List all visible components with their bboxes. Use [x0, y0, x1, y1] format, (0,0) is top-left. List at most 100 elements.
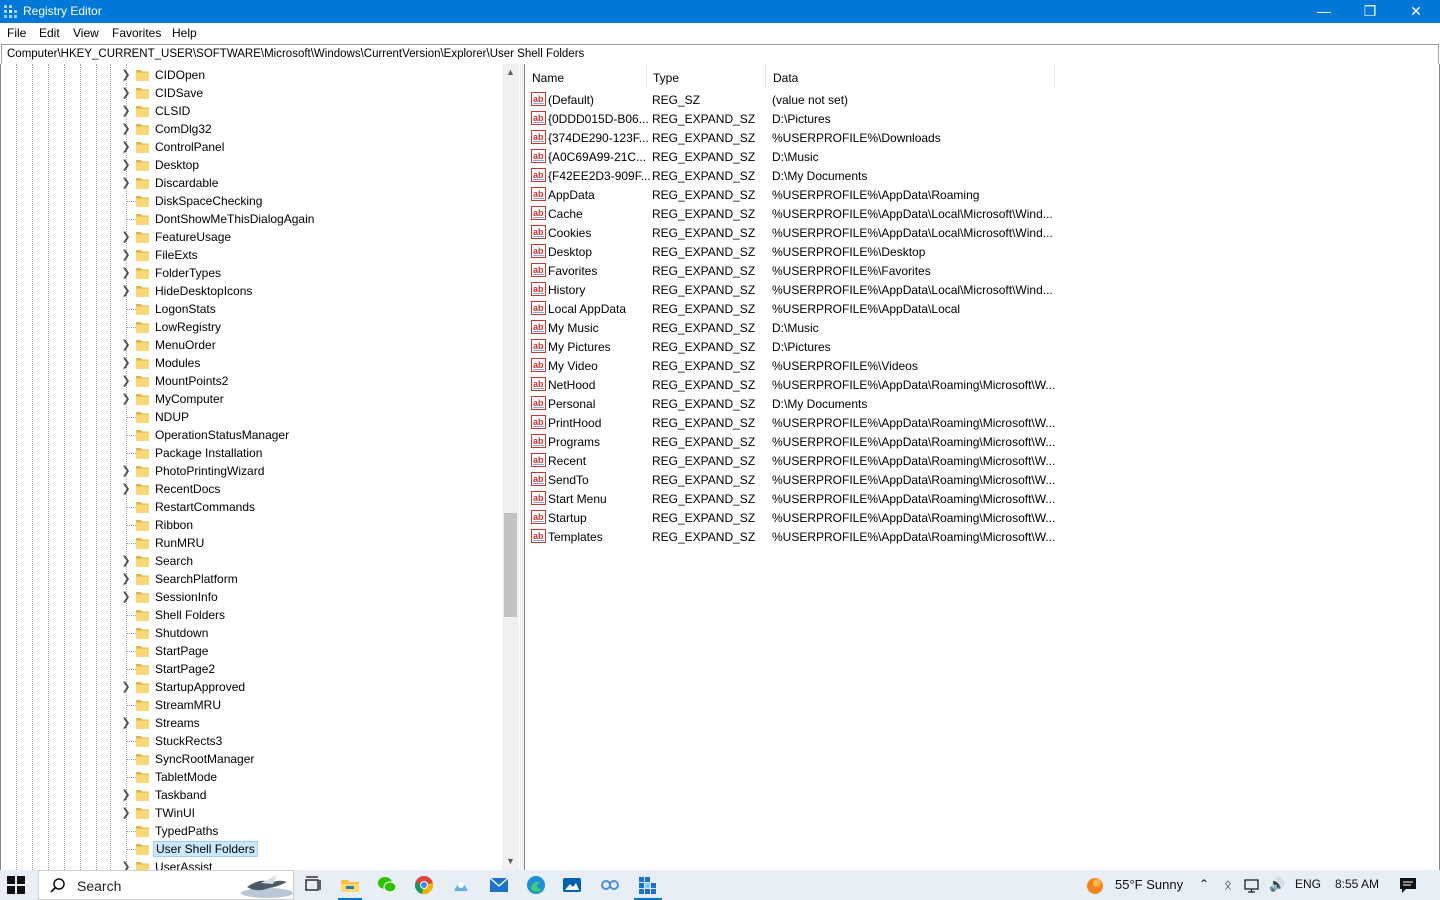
expand-chevron-icon[interactable]: ❯ [120, 571, 132, 587]
tree-node[interactable]: ❯ PhotoPrintingWizard [120, 462, 500, 480]
taskbar-search-box[interactable]: Search [38, 870, 294, 900]
value-row[interactable]: ab Recent REG_EXPAND_SZ %USERPROFILE%\AppDa… [525, 451, 1439, 470]
tree-node[interactable]: ❯ Search [120, 552, 500, 570]
tree-node[interactable]: ❯ TWinUI [120, 804, 500, 822]
menu-view[interactable]: View [73, 26, 99, 40]
tree-node[interactable]: ❯ MountPoints2 [120, 372, 500, 390]
scroll-thumb[interactable] [504, 513, 517, 617]
tree-node[interactable]: ❯ ControlPanel [120, 138, 500, 156]
value-row[interactable]: ab Personal REG_EXPAND_SZ D:\My Documents [525, 394, 1439, 413]
chrome-icon[interactable] [413, 874, 435, 896]
bluetooth-icon[interactable]: ᛟ [1224, 877, 1232, 892]
tree-node[interactable]: ❯ HideDesktopIcons [120, 282, 500, 300]
expand-chevron-icon[interactable]: ❯ [120, 481, 132, 497]
value-row[interactable]: ab Favorites REG_EXPAND_SZ %USERPROFILE%\Fa… [525, 261, 1439, 280]
tree-node[interactable]: ❯ SessionInfo [120, 588, 500, 606]
windows-start-icon[interactable] [7, 876, 25, 894]
restore-button[interactable]: ❐ [1347, 0, 1393, 23]
value-row[interactable]: ab {374DE290-123F... REG_EXPAND_SZ %USERPRO… [525, 128, 1439, 147]
tree-node[interactable]: StartPage2 [120, 660, 500, 678]
tree-node[interactable]: ❯ CIDSave [120, 84, 500, 102]
tree-node[interactable]: StreamMRU [120, 696, 500, 714]
tree-node[interactable]: ❯ FileExts [120, 246, 500, 264]
tree-node[interactable]: NDUP [120, 408, 500, 426]
language-indicator[interactable]: ENG [1295, 877, 1321, 891]
value-row[interactable]: ab Cookies REG_EXPAND_SZ %USERPROFILE%\AppD… [525, 223, 1439, 242]
tree-node[interactable]: ❯ Modules [120, 354, 500, 372]
expand-chevron-icon[interactable]: ❯ [120, 373, 132, 389]
expand-chevron-icon[interactable]: ❯ [120, 715, 132, 731]
tree-node[interactable]: ❯ Discardable [120, 174, 500, 192]
expand-chevron-icon[interactable]: ❯ [120, 805, 132, 821]
file-explorer-icon[interactable] [339, 874, 361, 896]
network-icon[interactable] [1243, 874, 1261, 896]
tree-node[interactable]: Shutdown [120, 624, 500, 642]
task-view-icon[interactable] [302, 874, 324, 896]
address-bar[interactable]: Computer\HKEY_CURRENT_USER\SOFTWARE\Micr… [1, 44, 1439, 65]
expand-chevron-icon[interactable]: ❯ [120, 157, 132, 173]
tree-node[interactable]: TabletMode [120, 768, 500, 786]
value-row[interactable]: ab Local AppData REG_EXPAND_SZ %USERPROFILE… [525, 299, 1439, 318]
menu-help[interactable]: Help [172, 26, 197, 40]
app-icon[interactable] [450, 874, 472, 896]
expand-chevron-icon[interactable]: ❯ [120, 247, 132, 263]
weather-sun-icon[interactable] [1084, 874, 1106, 896]
tree-node[interactable]: OperationStatusManager [120, 426, 500, 444]
tree-node[interactable]: StartPage [120, 642, 500, 660]
value-row[interactable]: ab {A0C69A99-21C... REG_EXPAND_SZ D:\Music [525, 147, 1439, 166]
regedit-taskbar-icon[interactable] [636, 874, 658, 896]
tree-node[interactable]: ❯ Taskband [120, 786, 500, 804]
value-row[interactable]: ab History REG_EXPAND_SZ %USERPROFILE%\AppD… [525, 280, 1439, 299]
tree-node[interactable]: ❯ MyComputer [120, 390, 500, 408]
tree-node[interactable]: ❯ FolderTypes [120, 264, 500, 282]
expand-chevron-icon[interactable]: ❯ [120, 265, 132, 281]
value-row[interactable]: ab (Default) REG_SZ (value not set) [525, 90, 1439, 109]
tree-node[interactable]: DontShowMeThisDialogAgain [120, 210, 500, 228]
tree-node[interactable]: RestartCommands [120, 498, 500, 516]
tree-node[interactable]: SyncRootManager [120, 750, 500, 768]
tree-scrollbar[interactable]: ▲ ▼ [502, 64, 519, 870]
expand-chevron-icon[interactable]: ❯ [120, 121, 132, 137]
expand-chevron-icon[interactable]: ❯ [120, 67, 132, 83]
tree-node[interactable]: DiskSpaceChecking [120, 192, 500, 210]
value-row[interactable]: ab {F42EE2D3-909F... REG_EXPAND_SZ D:\My Do… [525, 166, 1439, 185]
volume-icon[interactable]: 🔊 [1269, 877, 1285, 893]
tree-node[interactable]: ❯ StartupApproved [120, 678, 500, 696]
tree-node[interactable]: TypedPaths [120, 822, 500, 840]
expand-chevron-icon[interactable]: ❯ [120, 85, 132, 101]
notification-icon[interactable] [1397, 874, 1419, 896]
weather-text[interactable]: 55°F Sunny [1115, 877, 1183, 892]
value-list[interactable]: Name Type Data ab (Default) REG_SZ (value n… [524, 64, 1440, 871]
value-row[interactable]: ab Desktop REG_EXPAND_SZ %USERPROFILE%\Desk… [525, 242, 1439, 261]
expand-chevron-icon[interactable]: ❯ [120, 463, 132, 479]
expand-chevron-icon[interactable]: ❯ [120, 175, 132, 191]
expand-chevron-icon[interactable]: ❯ [120, 553, 132, 569]
column-header-data[interactable]: Data [766, 64, 1055, 88]
value-row[interactable]: ab My Pictures REG_EXPAND_SZ D:\Pictures [525, 337, 1439, 356]
expand-chevron-icon[interactable]: ❯ [120, 139, 132, 155]
tree-node[interactable]: LowRegistry [120, 318, 500, 336]
edge-icon[interactable] [525, 874, 547, 896]
chevron-up-icon[interactable]: ⌃ [1199, 877, 1209, 891]
value-row[interactable]: ab NetHood REG_EXPAND_SZ %USERPROFILE%\AppD… [525, 375, 1439, 394]
value-row[interactable]: ab {0DDD015D-B06... REG_EXPAND_SZ D:\Pictur… [525, 109, 1439, 128]
value-row[interactable]: ab Cache REG_EXPAND_SZ %USERPROFILE%\AppDat… [525, 204, 1439, 223]
expand-chevron-icon[interactable]: ❯ [120, 589, 132, 605]
tree-node[interactable]: StuckRects3 [120, 732, 500, 750]
tree-node[interactable]: ❯ ComDlg32 [120, 120, 500, 138]
tree-node[interactable]: LogonStats [120, 300, 500, 318]
tree-node[interactable]: Shell Folders [120, 606, 500, 624]
mail-icon[interactable] [488, 874, 510, 896]
tree-node[interactable]: Ribbon [120, 516, 500, 534]
tree-node[interactable]: User Shell Folders [120, 840, 500, 858]
column-header-type[interactable]: Type [646, 64, 766, 88]
column-header-name[interactable]: Name [525, 64, 647, 88]
expand-chevron-icon[interactable]: ❯ [120, 229, 132, 245]
network-app-icon[interactable] [599, 874, 621, 896]
menu-edit[interactable]: Edit [39, 26, 60, 40]
value-row[interactable]: ab Programs REG_EXPAND_SZ %USERPROFILE%\App… [525, 432, 1439, 451]
value-row[interactable]: ab Startup REG_EXPAND_SZ %USERPROFILE%\AppD… [525, 508, 1439, 527]
tree-node[interactable]: Package Installation [120, 444, 500, 462]
expand-chevron-icon[interactable]: ❯ [120, 103, 132, 119]
scroll-down-icon[interactable]: ▼ [502, 853, 519, 870]
